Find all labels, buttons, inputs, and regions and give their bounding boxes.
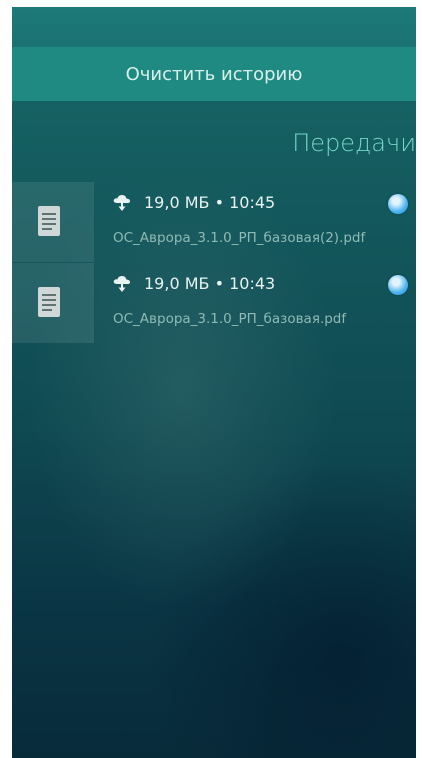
transfer-item[interactable]: 19,0 МБ • 10:43 ОС_Аврора_3.1.0_РП_базов… <box>12 263 416 343</box>
document-icon <box>38 287 60 317</box>
transfer-size-time: 19,0 МБ • 10:43 <box>144 274 276 293</box>
document-icon <box>38 206 60 236</box>
transfer-meta: 19,0 МБ • 10:45 <box>112 193 275 212</box>
cloud-download-icon <box>112 275 132 293</box>
transfer-size-time: 19,0 МБ • 10:45 <box>144 193 276 212</box>
globe-badge-icon <box>388 194 408 214</box>
file-thumbnail <box>12 263 94 343</box>
cloud-download-icon <box>112 194 132 212</box>
transfer-item[interactable]: 19,0 МБ • 10:45 ОС_Аврора_3.1.0_РП_базов… <box>12 182 416 262</box>
file-name: ОС_Аврора_3.1.0_РП_базовая(2).pdf <box>113 230 366 246</box>
globe-badge-icon <box>388 275 408 295</box>
top-strip <box>12 7 416 47</box>
page-title: Передачи <box>292 129 416 157</box>
clear-history-button[interactable]: Очистить историю <box>12 47 416 101</box>
transfer-meta: 19,0 МБ • 10:43 <box>112 274 275 293</box>
file-thumbnail <box>12 182 94 262</box>
phone-screen: Очистить историю Передачи 19,0 МБ • 10:4… <box>12 7 416 758</box>
file-name: ОС_Аврора_3.1.0_РП_базовая.pdf <box>113 311 347 327</box>
